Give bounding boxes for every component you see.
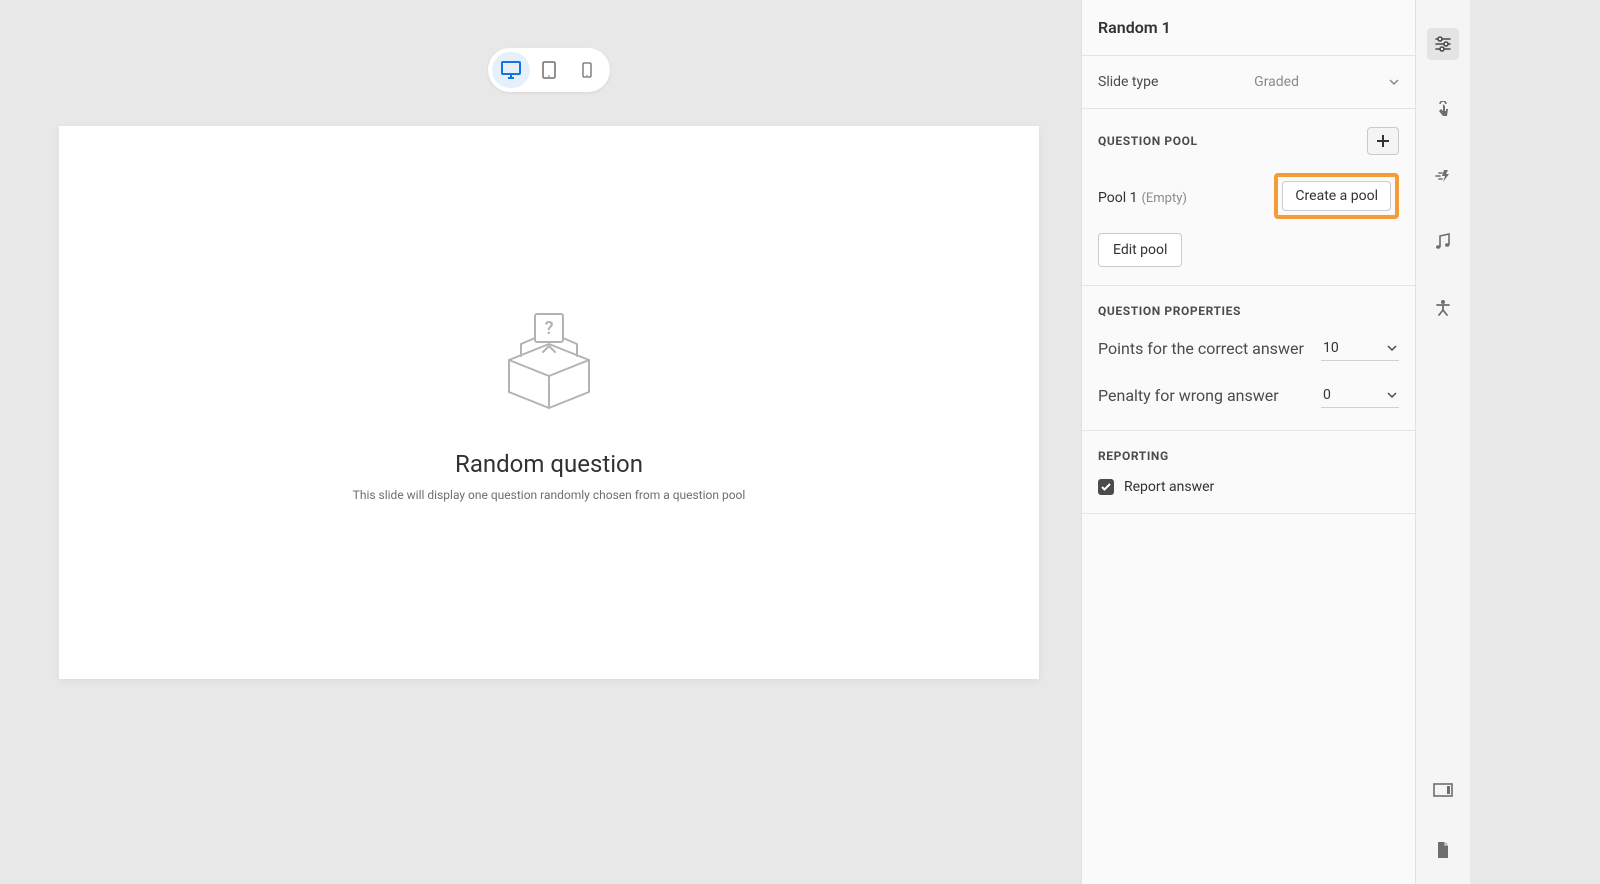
file-icon xyxy=(1436,841,1450,859)
music-icon xyxy=(1435,233,1451,251)
plus-icon xyxy=(1376,134,1390,148)
tap-icon xyxy=(1434,101,1452,119)
create-pool-highlight: Create a pool xyxy=(1274,173,1399,219)
document-button[interactable] xyxy=(1427,834,1459,866)
slide-icon xyxy=(1433,783,1453,797)
device-tablet-button[interactable] xyxy=(530,52,568,88)
canvas-subtitle: This slide will display one question ran… xyxy=(353,488,746,502)
mobile-icon xyxy=(582,62,592,78)
interactions-tool-button[interactable] xyxy=(1427,94,1459,126)
report-answer-checkbox[interactable] xyxy=(1098,479,1114,495)
add-pool-button[interactable] xyxy=(1367,127,1399,155)
chevron-down-icon xyxy=(1387,390,1397,400)
penalty-dropdown[interactable]: 0 xyxy=(1321,383,1399,408)
device-mobile-button[interactable] xyxy=(568,52,606,88)
slide-type-label: Slide type xyxy=(1098,74,1158,90)
edit-pool-button[interactable]: Edit pool xyxy=(1098,233,1182,267)
device-switcher xyxy=(488,48,610,92)
canvas-area: ? Random question This slide will displa… xyxy=(27,0,1081,884)
points-value: 10 xyxy=(1323,340,1339,356)
svg-text:?: ? xyxy=(545,318,554,339)
reporting-header: REPORTING xyxy=(1098,449,1169,463)
bolt-icon xyxy=(1434,169,1452,183)
device-desktop-button[interactable] xyxy=(492,52,530,88)
animation-tool-button[interactable] xyxy=(1427,160,1459,192)
question-properties-header: QUESTION PROPERTIES xyxy=(1098,304,1241,318)
penalty-label: Penalty for wrong answer xyxy=(1098,386,1279,405)
penalty-value: 0 xyxy=(1323,387,1331,403)
sliders-icon xyxy=(1434,35,1452,53)
panel-title: Random 1 xyxy=(1098,18,1399,37)
tablet-icon xyxy=(542,61,556,79)
slide-canvas[interactable]: ? Random question This slide will displa… xyxy=(59,126,1039,679)
desktop-icon xyxy=(501,61,521,79)
canvas-title: Random question xyxy=(455,450,643,478)
chevron-down-icon xyxy=(1389,77,1399,87)
slide-type-dropdown[interactable]: Graded xyxy=(1254,74,1399,90)
slide-type-value: Graded xyxy=(1254,74,1299,90)
accessibility-icon xyxy=(1434,299,1452,317)
slide-view-button[interactable] xyxy=(1427,774,1459,806)
pool-name: Pool 1 (Empty) xyxy=(1098,187,1187,206)
points-dropdown[interactable]: 10 xyxy=(1321,336,1399,361)
right-toolbar xyxy=(1416,0,1470,884)
create-pool-button[interactable]: Create a pool xyxy=(1282,181,1391,211)
question-box-illustration: ? xyxy=(489,304,609,428)
question-pool-header: QUESTION POOL xyxy=(1098,134,1198,148)
properties-tool-button[interactable] xyxy=(1427,28,1459,60)
chevron-down-icon xyxy=(1387,343,1397,353)
check-icon xyxy=(1101,483,1111,491)
report-answer-label: Report answer xyxy=(1124,479,1214,495)
audio-tool-button[interactable] xyxy=(1427,226,1459,258)
properties-panel: Random 1 Slide type Graded QUESTION POOL… xyxy=(1081,0,1416,884)
accessibility-tool-button[interactable] xyxy=(1427,292,1459,324)
points-label: Points for the correct answer xyxy=(1098,339,1304,358)
